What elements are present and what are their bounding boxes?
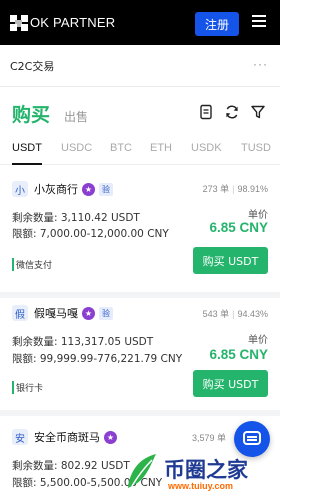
active-tab-indicator xyxy=(12,163,42,165)
brand-name: OK PARTNER xyxy=(30,15,116,30)
merchant-name[interactable]: 小灰商行 xyxy=(34,181,78,197)
merchant-row: 安 安全币商斑马 ★ xyxy=(12,428,117,446)
okx-logo-icon xyxy=(10,14,28,31)
remaining-quantity: 剩余数量: 3,110.42 USDT xyxy=(12,212,140,224)
tab-btc[interactable]: BTC xyxy=(110,142,132,154)
merchant-avatar: 安 xyxy=(12,429,28,445)
register-button[interactable]: 注册 xyxy=(195,12,239,36)
remaining-quantity: 剩余数量: 113,317.05 USDT xyxy=(12,336,154,348)
merchant-stats: 3,579 单 xyxy=(192,431,226,444)
merchant-stats: 543 单 | 94.43% xyxy=(202,309,268,319)
completion-rate: 98.91% xyxy=(237,184,268,194)
order-count: 543 单 xyxy=(202,309,230,319)
payment-method: 微信支付 xyxy=(12,258,52,271)
page-title: C2C交易 xyxy=(10,59,55,73)
unit-price: 6.85 CNY xyxy=(209,220,268,235)
merchant-avatar: 假 xyxy=(12,305,28,321)
merchant-name[interactable]: 安全币商斑马 xyxy=(34,429,100,445)
unit-price: 6.85 CNY xyxy=(209,347,268,362)
trade-limit: 限额: 7,000.00-12,000.00 CNY xyxy=(12,228,169,240)
page-subheader: C2C交易 ··· xyxy=(0,45,280,87)
watermark-title: 币圈之家 xyxy=(164,458,248,482)
filter-icon[interactable] xyxy=(250,104,266,120)
merchant-name[interactable]: 假嘎马嘎 xyxy=(34,305,78,321)
merchant-row: 假 假嘎马嘎 ★ 验 xyxy=(12,304,113,322)
verified-badge: 验 xyxy=(99,306,113,320)
more-options-icon[interactable]: ··· xyxy=(253,57,268,71)
watermark-url: www.tuiuy.com xyxy=(168,481,234,491)
merchant-level-badge-icon: ★ xyxy=(82,306,95,320)
remaining-quantity: 剩余数量: 802.92 USDT xyxy=(12,460,130,472)
listing-card: 小 小灰商行 ★ 验 273 单 | 98.91% 单价 剩余数量: 3,110.4… xyxy=(0,178,280,298)
merchant-avatar: 小 xyxy=(12,181,28,197)
leaf-logo-icon xyxy=(128,454,156,488)
unit-price-label: 单价 xyxy=(248,335,268,346)
verified-badge: 验 xyxy=(99,182,113,196)
site-watermark: 币圈之家 www.tuiuy.com xyxy=(118,448,280,500)
unit-price-label: 单价 xyxy=(248,210,268,221)
tab-eth[interactable]: ETH xyxy=(150,142,172,154)
listing-card: 假 假嘎马嘎 ★ 验 543 单 | 94.43% 单价 剩余数量: 113,317… xyxy=(0,304,280,416)
order-count: 273 单 xyxy=(202,184,230,194)
order-count: 3,579 单 xyxy=(191,433,226,443)
completion-rate: 94.43% xyxy=(237,309,268,319)
coin-tabs: USDT USDC BTC ETH USDK TUSD xyxy=(0,139,280,165)
buy-usdt-button[interactable]: 购买 USDT xyxy=(193,247,268,274)
merchant-row: 小 小灰商行 ★ 验 xyxy=(12,180,113,198)
merchant-level-badge-icon: ★ xyxy=(82,182,95,196)
orders-document-icon[interactable] xyxy=(198,104,214,120)
merchant-stats: 273 单 | 98.91% xyxy=(202,184,268,194)
merchant-level-badge-icon: ★ xyxy=(104,430,117,444)
chat-bubble-icon xyxy=(243,431,261,445)
hamburger-menu-icon[interactable] xyxy=(252,15,266,29)
tab-usdc[interactable]: USDC xyxy=(61,142,92,154)
tab-usdt[interactable]: USDT xyxy=(12,142,42,154)
buy-usdt-button[interactable]: 购买 USDT xyxy=(193,370,268,397)
payment-method: 银行卡 xyxy=(12,381,43,394)
trade-limit: 限额: 99,999.99-776,221.79 CNY xyxy=(12,353,183,365)
trade-mode-switch: 购买 出售 xyxy=(12,100,88,127)
brand-logo[interactable]: OK PARTNER xyxy=(10,14,116,31)
top-bar: OK PARTNER 注册 xyxy=(0,0,280,45)
tab-usdk[interactable]: USDK xyxy=(191,142,222,154)
toolbar-icons xyxy=(198,104,266,120)
tab-sell[interactable]: 出售 xyxy=(64,108,88,125)
refresh-icon[interactable] xyxy=(224,104,240,120)
tab-tusd[interactable]: TUSD xyxy=(241,142,271,154)
tab-buy[interactable]: 购买 xyxy=(12,100,50,127)
